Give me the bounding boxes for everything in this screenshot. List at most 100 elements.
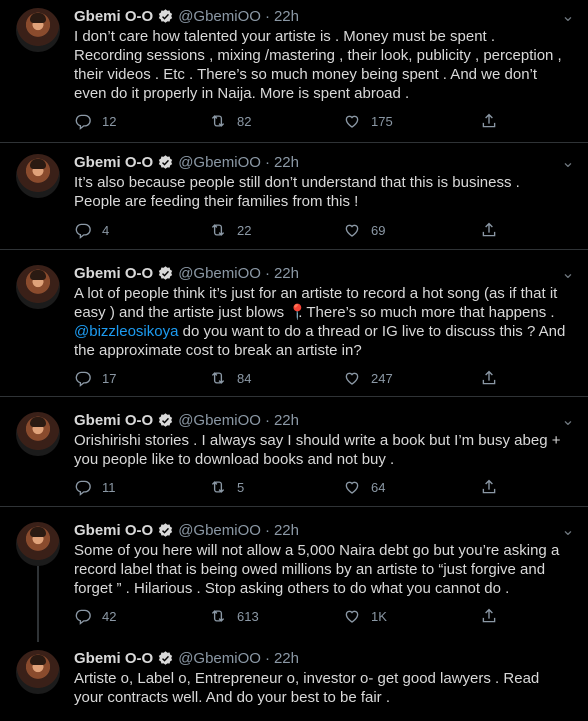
verified-badge-icon bbox=[157, 650, 174, 667]
tweet-line: the approximate cost to break an artiste… bbox=[74, 342, 362, 359]
like-count: 175 bbox=[371, 113, 393, 129]
tweet-text: Orishirishi stories . I always say I sho… bbox=[74, 431, 580, 469]
retweet-button[interactable]: 84 bbox=[209, 368, 251, 388]
display-name[interactable]: Gbemi O-O bbox=[74, 650, 153, 667]
like-button[interactable]: 69 bbox=[343, 220, 385, 240]
avatar[interactable] bbox=[16, 265, 60, 309]
chevron-down-icon[interactable]: ⌄ bbox=[558, 263, 578, 283]
tweet-line-part: easy ) and the artiste just blows bbox=[74, 304, 285, 321]
retweet-icon bbox=[209, 112, 227, 130]
divider bbox=[0, 142, 588, 143]
user-handle[interactable]: @GbemiOO bbox=[178, 650, 261, 667]
retweet-button[interactable]: 613 bbox=[209, 606, 259, 626]
tweet-header: Gbemi O-O @GbemiOO · 22h bbox=[74, 520, 299, 540]
tweet[interactable]: Gbemi O-O @GbemiOO · 22h ⌄ Orishirishi s… bbox=[0, 404, 588, 501]
avatar[interactable] bbox=[16, 8, 60, 52]
share-button[interactable] bbox=[480, 220, 498, 240]
retweet-count: 82 bbox=[237, 113, 252, 129]
tweet-text: It’s also because people still don’t und… bbox=[74, 173, 580, 211]
tweet-actions: 11 5 64 bbox=[74, 477, 514, 497]
share-button[interactable] bbox=[480, 606, 498, 626]
reply-count: 4 bbox=[102, 222, 110, 238]
display-name[interactable]: Gbemi O-O bbox=[74, 265, 153, 282]
separator-dot: · bbox=[264, 649, 270, 667]
retweet-count: 613 bbox=[237, 608, 259, 624]
like-icon bbox=[343, 221, 361, 239]
avatar[interactable] bbox=[16, 412, 60, 456]
retweet-button[interactable]: 5 bbox=[209, 477, 244, 497]
tweet[interactable]: Gbemi O-O @GbemiOO · 22h Artiste o, Labe… bbox=[0, 642, 588, 721]
tweet-line: @bizzleosikoya do you want to do a threa… bbox=[74, 322, 580, 341]
share-button[interactable] bbox=[480, 111, 498, 131]
reply-count: 17 bbox=[102, 370, 117, 386]
timestamp[interactable]: 22h bbox=[274, 522, 299, 539]
user-handle[interactable]: @GbemiOO bbox=[178, 154, 261, 171]
verified-badge-icon bbox=[157, 154, 174, 171]
tweet-header: Gbemi O-O @GbemiOO · 22h bbox=[74, 648, 299, 668]
reply-icon bbox=[74, 112, 92, 130]
reply-button[interactable]: 17 bbox=[74, 368, 116, 388]
share-icon bbox=[480, 221, 498, 239]
tweet[interactable]: Gbemi O-O @GbemiOO · 22h ⌄ Some of you h… bbox=[0, 514, 588, 632]
user-handle[interactable]: @GbemiOO bbox=[178, 522, 261, 539]
share-button[interactable] bbox=[480, 477, 498, 497]
timestamp[interactable]: 22h bbox=[274, 265, 299, 282]
tweet-actions: 17 84 247 bbox=[74, 368, 514, 388]
share-button[interactable] bbox=[480, 368, 498, 388]
retweet-button[interactable]: 22 bbox=[209, 220, 251, 240]
timestamp[interactable]: 22h bbox=[274, 412, 299, 429]
timestamp[interactable]: 22h bbox=[274, 650, 299, 667]
retweet-icon bbox=[209, 607, 227, 625]
share-icon bbox=[480, 369, 498, 387]
mention-link[interactable]: @bizzleosikoya bbox=[74, 323, 178, 340]
tweet[interactable]: Gbemi O-O @GbemiOO · 22h ⌄ I don’t care … bbox=[0, 0, 588, 142]
tweet-header: Gbemi O-O @GbemiOO · 22h bbox=[74, 152, 299, 172]
like-icon bbox=[343, 369, 361, 387]
reply-button[interactable]: 12 bbox=[74, 111, 116, 131]
reply-button[interactable]: 4 bbox=[74, 220, 109, 240]
tweet-line: easy ) and the artiste just blows 📍. The… bbox=[74, 303, 580, 322]
avatar[interactable] bbox=[16, 522, 60, 566]
avatar[interactable] bbox=[16, 154, 60, 198]
tweet-line-part: do you want to do a thread or IG live to… bbox=[178, 323, 566, 340]
tweet-line: Some of you here will not allow a 5,000 … bbox=[74, 542, 560, 559]
separator-dot: · bbox=[264, 7, 270, 25]
display-name[interactable]: Gbemi O-O bbox=[74, 8, 153, 25]
share-icon bbox=[480, 478, 498, 496]
tweet[interactable]: Gbemi O-O @GbemiOO · 22h ⌄ It’s also bec… bbox=[0, 146, 588, 245]
tweet[interactable]: Gbemi O-O @GbemiOO · 22h ⌄ A lot of peop… bbox=[0, 257, 588, 392]
retweet-button[interactable]: 82 bbox=[209, 111, 251, 131]
user-handle[interactable]: @GbemiOO bbox=[178, 265, 261, 282]
reply-count: 12 bbox=[102, 113, 117, 129]
chevron-down-icon[interactable]: ⌄ bbox=[558, 6, 578, 26]
user-handle[interactable]: @GbemiOO bbox=[178, 8, 261, 25]
display-name[interactable]: Gbemi O-O bbox=[74, 522, 153, 539]
like-button[interactable]: 64 bbox=[343, 477, 385, 497]
timestamp[interactable]: 22h bbox=[274, 8, 299, 25]
display-name[interactable]: Gbemi O-O bbox=[74, 154, 153, 171]
tweet-actions: 12 82 175 bbox=[74, 111, 514, 131]
separator-dot: · bbox=[264, 411, 270, 429]
share-icon bbox=[480, 607, 498, 625]
tweet-line: I don’t care how talented your artiste i… bbox=[74, 28, 496, 45]
reply-button[interactable]: 42 bbox=[74, 606, 116, 626]
tweet-text: A lot of people think it’s just for an a… bbox=[74, 284, 580, 360]
like-button[interactable]: 175 bbox=[343, 111, 393, 131]
chevron-down-icon[interactable]: ⌄ bbox=[558, 152, 578, 172]
tweet-line: A lot of people think it’s just for an a… bbox=[74, 285, 558, 302]
chevron-down-icon[interactable]: ⌄ bbox=[558, 410, 578, 430]
reply-button[interactable]: 11 bbox=[74, 477, 116, 497]
like-button[interactable]: 1K bbox=[343, 606, 387, 626]
timestamp[interactable]: 22h bbox=[274, 154, 299, 171]
tweet-line: their videos . Etc . There’s so much mon… bbox=[74, 66, 538, 83]
like-button[interactable]: 247 bbox=[343, 368, 393, 388]
reply-icon bbox=[74, 607, 92, 625]
avatar[interactable] bbox=[16, 650, 60, 694]
display-name[interactable]: Gbemi O-O bbox=[74, 412, 153, 429]
tweet-line: your contracts well. And do your best to… bbox=[74, 689, 390, 706]
retweet-icon bbox=[209, 478, 227, 496]
tweet-line-part: . There’s so much more that happens . bbox=[298, 304, 555, 321]
retweet-count: 84 bbox=[237, 370, 252, 386]
chevron-down-icon[interactable]: ⌄ bbox=[558, 520, 578, 540]
user-handle[interactable]: @GbemiOO bbox=[178, 412, 261, 429]
